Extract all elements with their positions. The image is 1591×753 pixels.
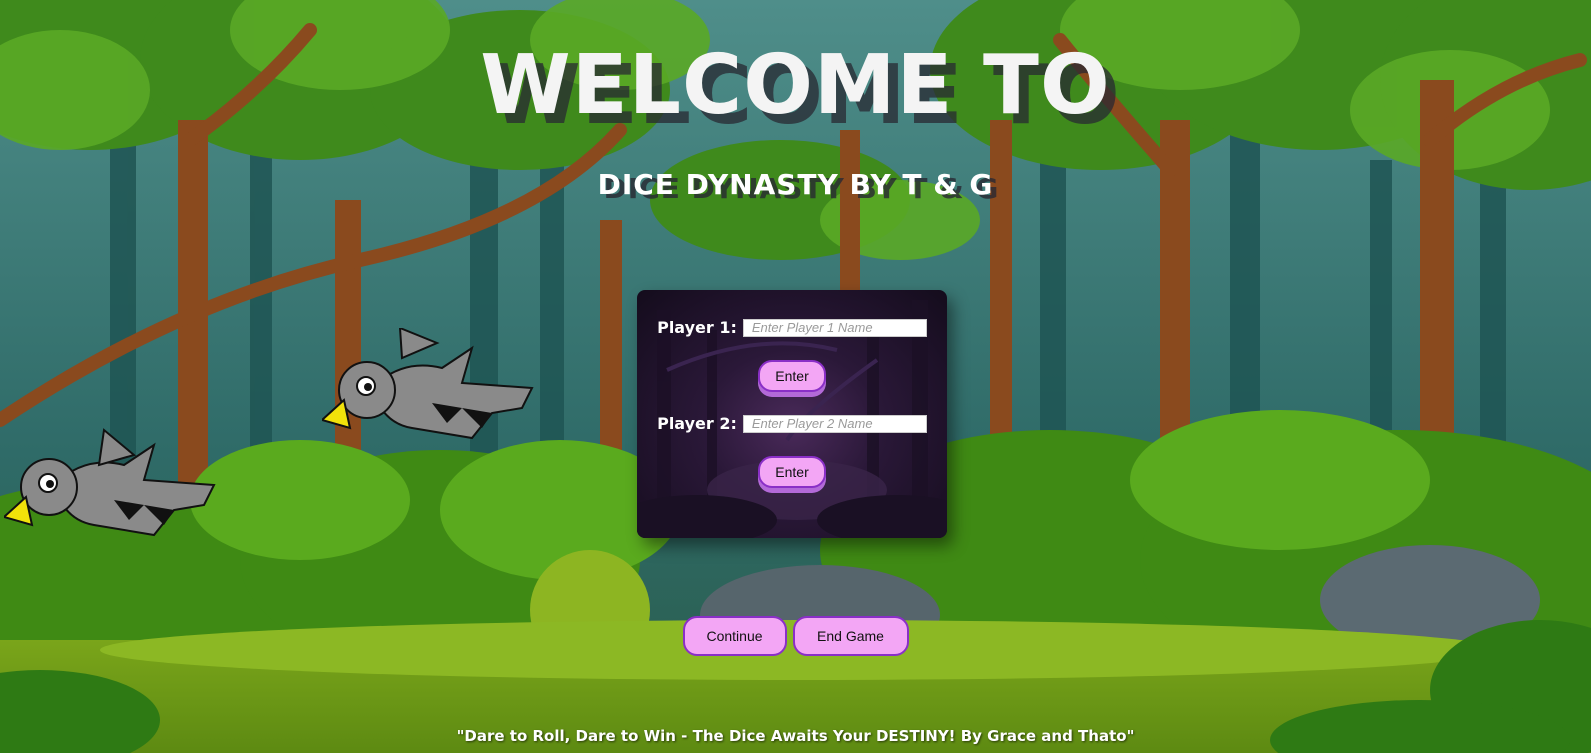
continue-button[interactable]: Continue	[682, 616, 787, 656]
player1-enter-button[interactable]: Enter	[758, 360, 826, 392]
player2-row: Player 2:	[637, 414, 947, 433]
page-title: WELCOME TO	[480, 38, 1111, 133]
player2-enter-button[interactable]: Enter	[758, 456, 826, 488]
player1-enter-row: Enter	[637, 360, 947, 392]
game-actions: Continue End Game	[0, 616, 1591, 656]
player-entry-panel: Player 1: Enter Player 2: Enter	[637, 290, 947, 538]
player1-row: Player 1:	[637, 318, 947, 337]
crow-sprite-left	[4, 428, 216, 537]
player2-label: Player 2:	[657, 414, 737, 433]
player1-name-input[interactable]	[742, 318, 927, 337]
player2-enter-row: Enter	[637, 456, 947, 488]
end-game-button[interactable]: End Game	[792, 616, 909, 656]
crow-sprite-right	[322, 328, 534, 440]
game-subtitle: DICE DYNASTY BY T & G	[597, 168, 994, 201]
footer-tagline: "Dare to Roll, Dare to Win - The Dice Aw…	[456, 727, 1135, 745]
player1-label: Player 1:	[657, 318, 737, 337]
player2-name-input[interactable]	[742, 414, 927, 433]
